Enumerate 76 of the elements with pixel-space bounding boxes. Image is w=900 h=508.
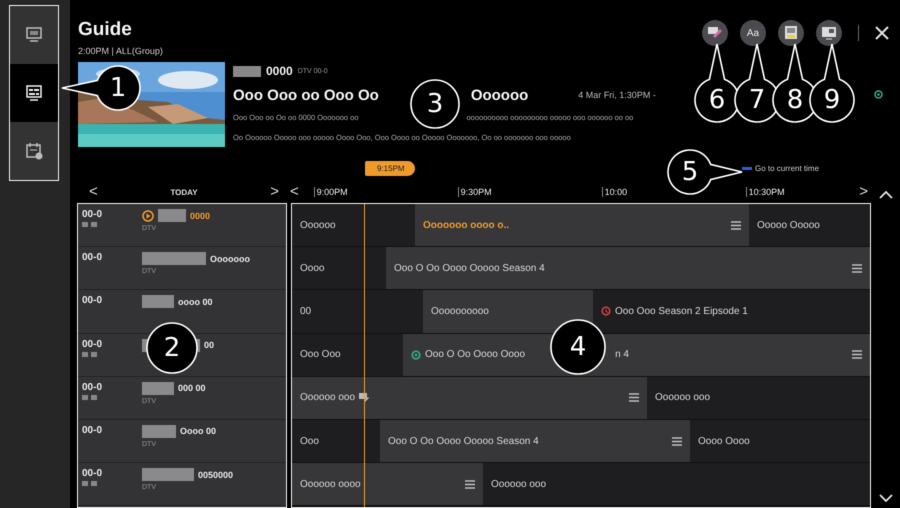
callout-number: 1 (108, 73, 128, 103)
program-cell[interactable]: Ooooooo oooo o.. (415, 204, 749, 246)
scroll-down-icon[interactable] (879, 494, 893, 502)
program-cell[interactable]: Ooo Ooo (292, 334, 403, 376)
callout-bubble (410, 79, 460, 129)
program-cell[interactable]: Ooooo Ooooo (749, 204, 870, 246)
callout-number: 2 (162, 333, 182, 363)
channel-name: 0000 (190, 210, 210, 220)
program-title: Oooooo (470, 86, 528, 104)
callout-number: 3 (426, 89, 444, 119)
callout-number: 4 (568, 332, 588, 362)
guide-icon (25, 84, 43, 102)
close-button[interactable] (875, 26, 889, 40)
monitor-icon (25, 26, 43, 44)
program-cell[interactable]: Oooooo ooo (647, 376, 870, 419)
sidebar-tab[interactable] (10, 122, 58, 180)
time-label: 10:30PM (748, 187, 785, 197)
channel-name: Oooo 00 (180, 426, 216, 436)
callout-number: 9 (822, 85, 842, 115)
callout-number: 6 (708, 85, 726, 115)
previous-time-button[interactable]: < (290, 184, 299, 200)
next-time-button[interactable]: > (859, 184, 868, 200)
scroll-up-icon[interactable] (879, 191, 893, 199)
program-cell[interactable]: Ooo O Oo Oooo Ooooo Season 4 (386, 247, 870, 290)
callout-number: 8 (786, 85, 804, 115)
channel-number: 00-0 (82, 468, 104, 480)
close-icon (875, 26, 889, 40)
program-cell[interactable]: Oooooo ooo (483, 463, 870, 506)
channel-number: 00-0 (82, 338, 104, 350)
program-cell[interactable]: 00 (292, 290, 423, 333)
calendar-icon (25, 142, 43, 160)
program-cell[interactable]: Oooooooooo (423, 290, 593, 333)
next-day-button[interactable]: > (270, 184, 279, 200)
channel-name: oooo 00 (178, 296, 213, 307)
callout-bubble (550, 319, 606, 375)
time-label: 10:00 (604, 187, 628, 197)
edit-button[interactable] (702, 20, 728, 46)
play-icon (142, 210, 154, 222)
channel-name: Ooooooo (210, 254, 250, 264)
previous-day-button[interactable]: < (89, 184, 98, 200)
channel-button[interactable] (816, 20, 842, 46)
program-cell[interactable]: Ooo O Oo Oooo Ooooo Season 4 (380, 420, 690, 462)
program-title: Ooo Ooo oo Ooo Oo (233, 86, 379, 104)
program-cell[interactable]: Ooo Ooo Season 2 Eipsode 1 (593, 290, 870, 333)
channel-number: 00-0 (82, 209, 104, 220)
program-cell[interactable]: Ooo (292, 420, 380, 462)
current-time-marker-icon (742, 167, 752, 170)
callout-number: 7 (748, 85, 766, 115)
callout-bubble (146, 322, 198, 374)
font-button[interactable]: Aa (740, 20, 766, 46)
callout-number: 5 (680, 157, 700, 187)
page-title: Guide (78, 18, 133, 42)
program-cell[interactable]: Oooooo ooo (292, 376, 647, 419)
current-time-marker: 9:15PM (365, 161, 415, 176)
channel-name: 00 (204, 340, 214, 350)
channel-number: 0000 (266, 64, 293, 78)
sidebar-tab[interactable] (10, 64, 58, 122)
program-cell[interactable]: Oooo (292, 247, 386, 290)
program-time: 4 Mar Fri, 1:30PM - (578, 90, 656, 100)
time-label: 9:00PM (316, 187, 348, 197)
program-cell[interactable]: Oooooo (292, 204, 415, 246)
day-label: TODAY (170, 188, 198, 196)
channel-number: 00-0 (82, 295, 104, 306)
go-to-current-time-link[interactable]: Go to current time (755, 164, 820, 174)
sidebar-tab[interactable] (10, 6, 58, 64)
recordings-button[interactable] (778, 20, 804, 46)
channel-name: 000 00 (178, 383, 206, 394)
channel-number: 00-0 (82, 382, 104, 393)
time-label: 9:30PM (460, 187, 492, 197)
channel-name: 0050000 (198, 470, 234, 480)
reminder-icon (874, 90, 883, 99)
subtitle: 2:00PM | ALL(Group) (78, 46, 163, 56)
program-cell[interactable]: Oooo Oooo (690, 420, 870, 462)
channel-number: 00-0 (82, 252, 104, 264)
program-cell[interactable]: Oooooo oooo (292, 463, 483, 506)
channel-number: 00-0 (82, 424, 104, 436)
